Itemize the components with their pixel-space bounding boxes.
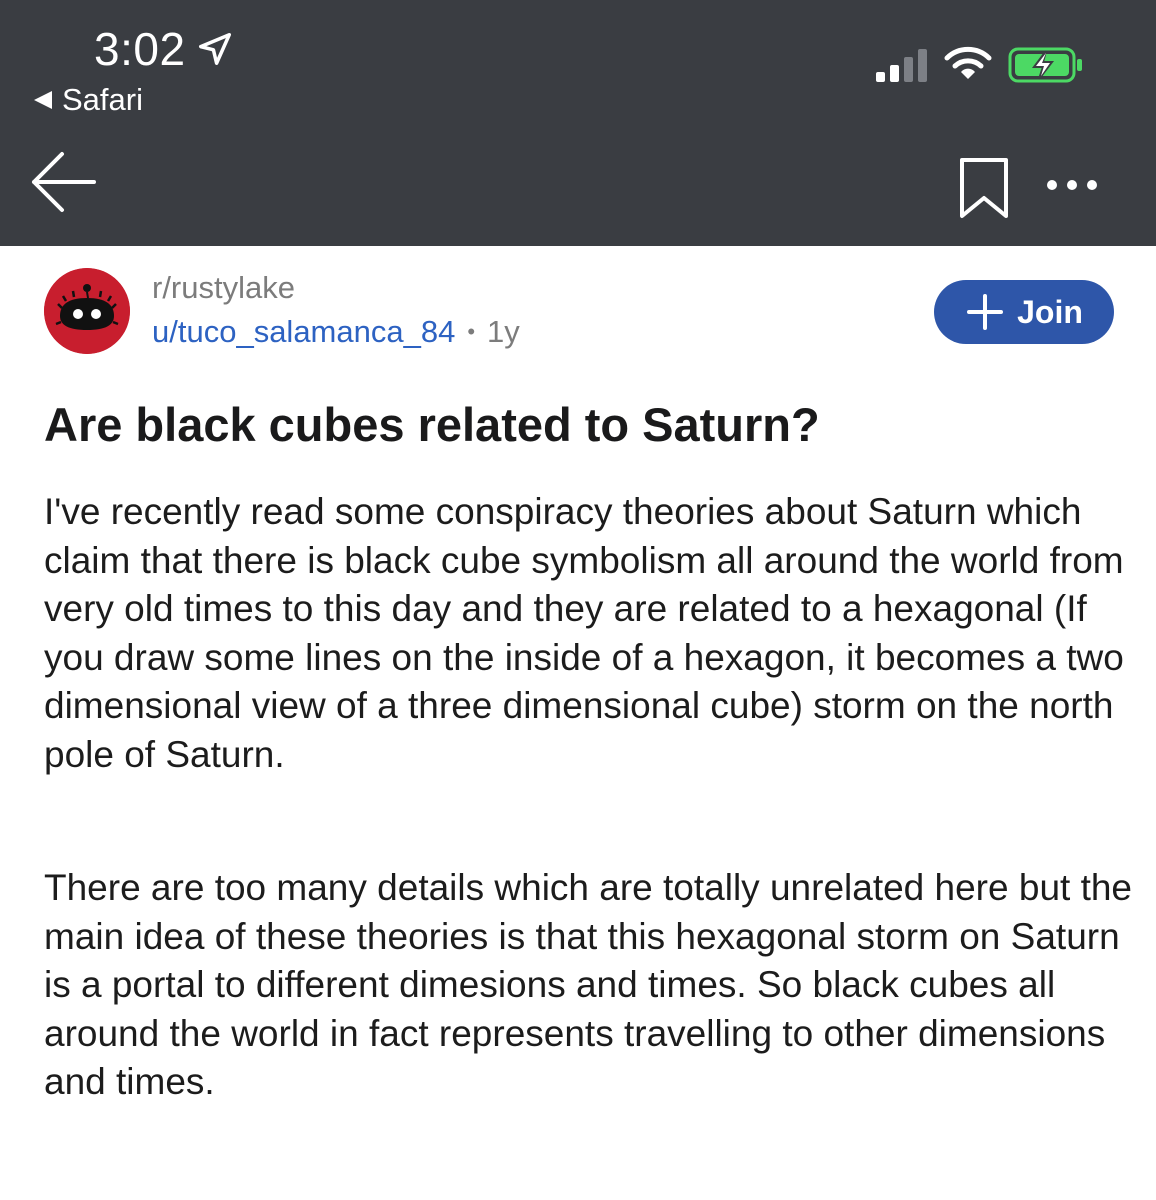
snoo-icon [44, 268, 130, 354]
post-title: Are black cubes related to Saturn? [44, 398, 820, 451]
post-paragraph-1: I've recently read some conspiracy theor… [44, 491, 1124, 775]
meta-separator: • [467, 319, 476, 344]
more-options-icon[interactable] [1044, 170, 1100, 200]
wifi-icon [944, 46, 992, 79]
subreddit-avatar[interactable] [44, 268, 130, 354]
status-time-text: 3:02 [94, 23, 186, 75]
join-button[interactable]: Join [934, 280, 1114, 344]
author-username[interactable]: u/tuco_salamanca_84 [152, 314, 455, 350]
location-arrow-icon [198, 33, 231, 65]
back-app-label: Safari [62, 82, 143, 117]
plus-icon [967, 294, 1004, 330]
post-paragraph-2: There are too many details which are tot… [44, 867, 1133, 1102]
bookmark-icon[interactable] [958, 156, 1010, 220]
cellular-signal-icon [876, 49, 927, 82]
post-meta: u/tuco_salamanca_84 • 1y [152, 314, 520, 350]
battery-charging-icon [1008, 47, 1082, 83]
status-time: 3:02 [94, 22, 234, 76]
join-label: Join [1017, 293, 1083, 330]
app-header: 3:02 Safari [0, 0, 1156, 246]
back-arrow-icon[interactable] [30, 150, 98, 214]
back-to-safari[interactable]: Safari [34, 82, 143, 118]
post-age: 1y [487, 314, 520, 349]
back-triangle-icon [34, 91, 52, 109]
subreddit-name[interactable]: r/rustylake [152, 270, 295, 306]
